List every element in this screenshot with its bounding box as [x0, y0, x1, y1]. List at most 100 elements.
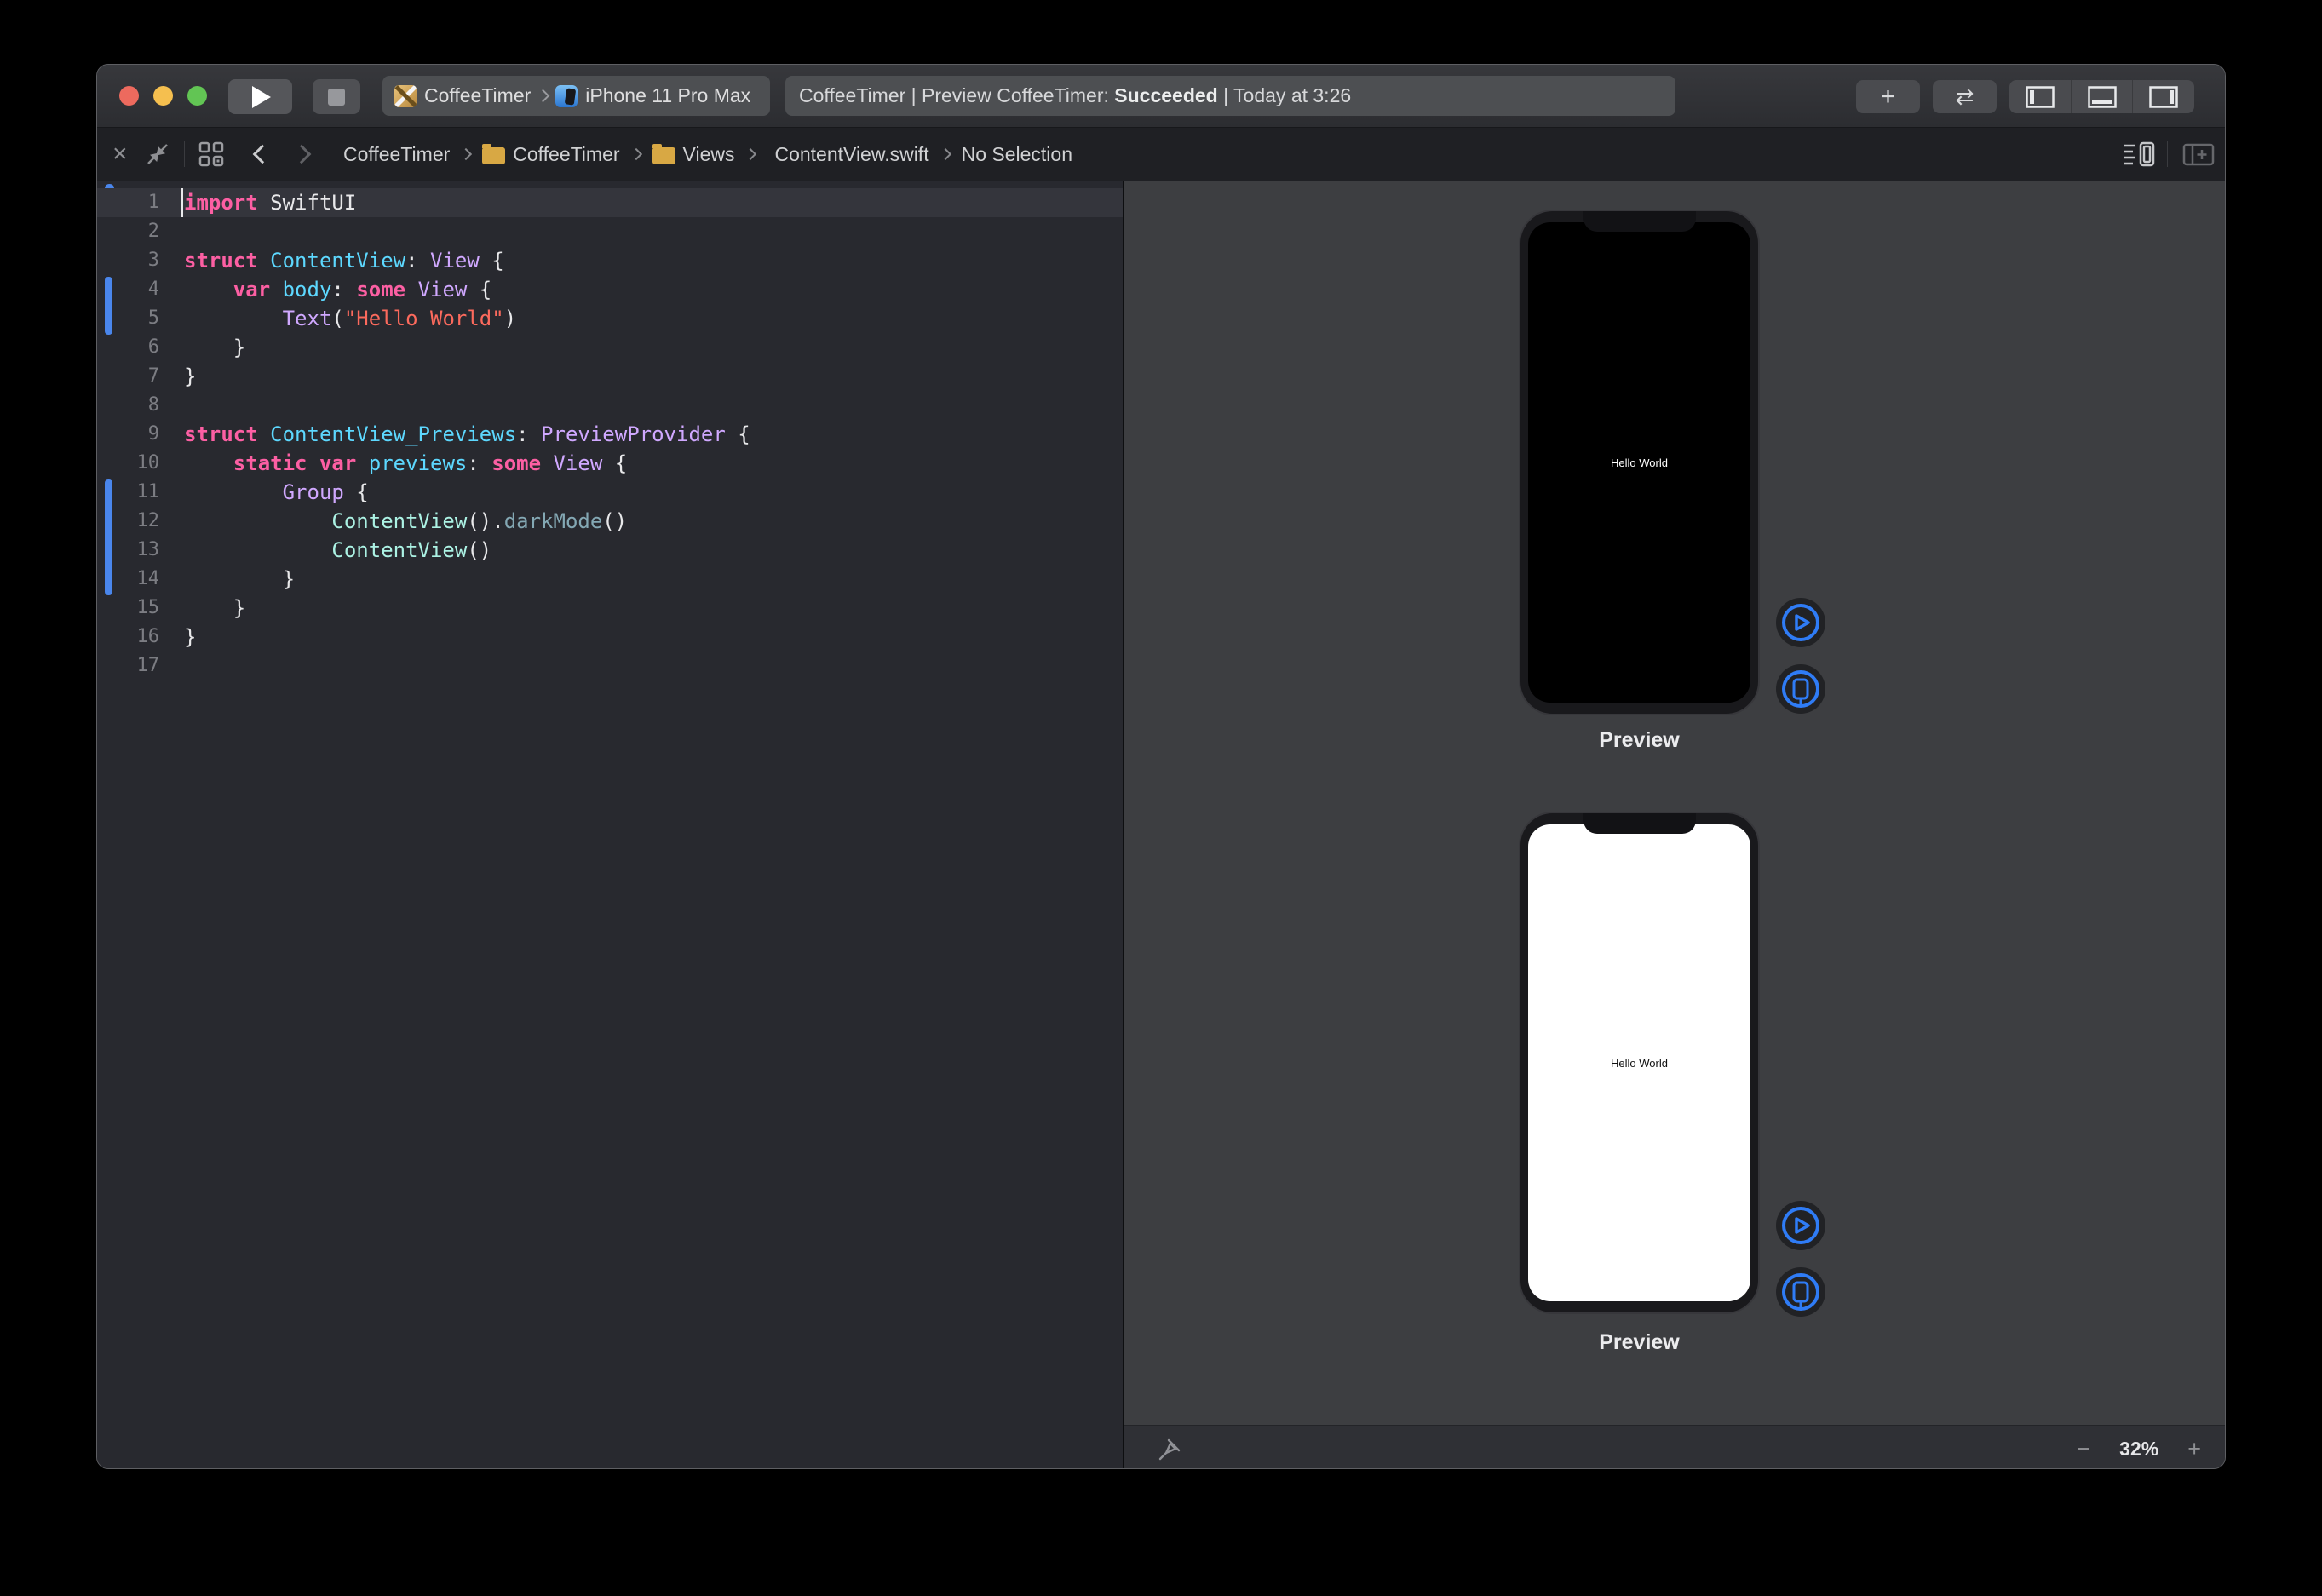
line-number: 17 [97, 652, 159, 680]
device-notch [1583, 211, 1696, 232]
code-text: } [159, 594, 245, 623]
preview-canvas: Hello World Preview [1124, 181, 2225, 1469]
minimize-window-button[interactable] [153, 86, 173, 106]
zoom-window-button[interactable] [187, 86, 207, 106]
preview-device-light[interactable]: Hello World [1519, 812, 1760, 1314]
code-line[interactable]: 11 Group { [97, 478, 1123, 507]
zoom-in-button[interactable]: + [2187, 1436, 2201, 1462]
pin-preview-button[interactable] [1157, 1437, 1182, 1467]
breadcrumb-label: Views [683, 143, 735, 166]
breadcrumb-item[interactable]: ContentView.swift [767, 143, 928, 166]
zoom-out-button[interactable]: − [2077, 1436, 2090, 1462]
code-text: var body: some View { [159, 275, 491, 304]
run-button[interactable] [228, 79, 292, 114]
breadcrumb-label: CoffeeTimer [343, 143, 450, 166]
code-review-button[interactable]: ⇄ [1933, 80, 1997, 113]
related-items-grid-icon [198, 141, 225, 168]
destination-name[interactable]: iPhone 11 Pro Max [585, 84, 750, 107]
code-line[interactable]: 13 ContentView() [97, 536, 1123, 565]
code-line[interactable]: 6 } [97, 333, 1123, 362]
scheme-selector[interactable]: CoffeeTimer iPhone 11 Pro Max [382, 76, 770, 116]
breadcrumb-item[interactable]: No Selection [962, 143, 1072, 166]
desktop: CoffeeTimer iPhone 11 Pro Max CoffeeTime… [0, 0, 2322, 1596]
editor-options-icon [2122, 141, 2156, 168]
code-lines: 1import SwiftUI23struct ContentView: Vie… [97, 188, 1123, 680]
code-line[interactable]: 7} [97, 362, 1123, 391]
breadcrumb-label: ContentView.swift [774, 143, 928, 166]
code-line[interactable]: 2 [97, 217, 1123, 246]
line-number: 4 [97, 275, 159, 304]
source-editor[interactable]: 1import SwiftUI23struct ContentView: Vie… [97, 181, 1123, 1469]
line-number: 7 [97, 362, 159, 391]
code-line[interactable]: 3struct ContentView: View { [97, 246, 1123, 275]
code-line[interactable]: 4 var body: some View { [97, 275, 1123, 304]
line-number: 1 [97, 188, 159, 217]
stop-button[interactable] [313, 79, 360, 114]
scheme-name[interactable]: CoffeeTimer [424, 84, 531, 107]
stop-icon [328, 89, 345, 106]
toggle-debug-area-button[interactable] [2071, 80, 2133, 113]
line-number: 3 [97, 246, 159, 275]
code-line[interactable]: 8 [97, 391, 1123, 420]
code-line[interactable]: 10 static var previews: some View { [97, 449, 1123, 478]
code-line[interactable]: 16} [97, 623, 1123, 652]
code-line[interactable]: 1import SwiftUI [97, 188, 1123, 217]
line-number: 6 [97, 333, 159, 362]
code-line[interactable]: 17 [97, 652, 1123, 680]
close-window-button[interactable] [119, 86, 139, 106]
code-text [159, 217, 184, 246]
folder-icon [482, 147, 505, 164]
preview-on-device-button[interactable] [1775, 663, 1826, 715]
toggle-inspectors-button[interactable] [2132, 80, 2194, 113]
preview-on-device-button[interactable] [1775, 1266, 1826, 1318]
device-circle-icon [1775, 663, 1826, 715]
code-line[interactable]: 14 } [97, 565, 1123, 594]
left-panel-icon [2026, 86, 2055, 108]
close-editor-button[interactable]: × [112, 128, 128, 181]
zoom-level[interactable]: 32% [2119, 1438, 2158, 1461]
live-preview-button[interactable] [1775, 1200, 1826, 1251]
add-editor-button[interactable] [2181, 128, 2216, 181]
line-number: 9 [97, 420, 159, 449]
line-number: 5 [97, 304, 159, 333]
divider [184, 141, 185, 167]
line-number: 14 [97, 565, 159, 594]
breadcrumb-label: No Selection [962, 143, 1072, 166]
code-text [159, 391, 184, 420]
preview-content-text: Hello World [1611, 456, 1668, 469]
play-circle-icon [1775, 597, 1826, 648]
swap-arrows-icon: ⇄ [1956, 83, 1974, 110]
breadcrumb-label: CoffeeTimer [513, 143, 619, 166]
editor-options-button[interactable] [2122, 128, 2156, 181]
live-preview-button[interactable] [1775, 597, 1826, 648]
breadcrumb-item[interactable]: CoffeeTimer [336, 143, 450, 166]
breadcrumb-item[interactable]: Views [652, 143, 735, 166]
go-forward-button[interactable] [295, 128, 308, 181]
code-line[interactable]: 9struct ContentView_Previews: PreviewPro… [97, 420, 1123, 449]
panel-toggle-group [2009, 80, 2194, 113]
preview-label: Preview [1519, 728, 1760, 753]
code-line[interactable]: 5 Text("Hello World") [97, 304, 1123, 333]
breadcrumb-item[interactable]: CoffeeTimer [482, 143, 619, 166]
chevron-right-icon [292, 145, 312, 164]
zoom-controls: − 32% + [2077, 1426, 2201, 1469]
code-line[interactable]: 15 } [97, 594, 1123, 623]
standard-editor-button[interactable] [145, 128, 170, 181]
play-icon [250, 85, 272, 109]
code-text [159, 652, 184, 680]
chevron-right-icon [460, 148, 472, 160]
canvas-bottom-bar: − 32% + [1124, 1425, 2225, 1469]
device-circle-icon [1775, 1266, 1826, 1318]
line-number: 16 [97, 623, 159, 652]
code-text: } [159, 362, 196, 391]
preview-device-dark[interactable]: Hello World [1519, 210, 1760, 715]
chevron-right-icon [629, 148, 641, 160]
chevron-left-icon [253, 145, 273, 164]
toggle-navigator-button[interactable] [2009, 80, 2071, 113]
jump-bar: × CoffeeTimer CoffeeTimer Views ContentView… [97, 128, 2225, 181]
go-back-button[interactable] [256, 128, 269, 181]
code-line[interactable]: 12 ContentView().darkMode() [97, 507, 1123, 536]
activity-viewer: CoffeeTimer | Preview CoffeeTimer: Succe… [785, 76, 1675, 116]
library-button[interactable]: + [1856, 80, 1920, 113]
related-items-button[interactable] [198, 128, 225, 181]
